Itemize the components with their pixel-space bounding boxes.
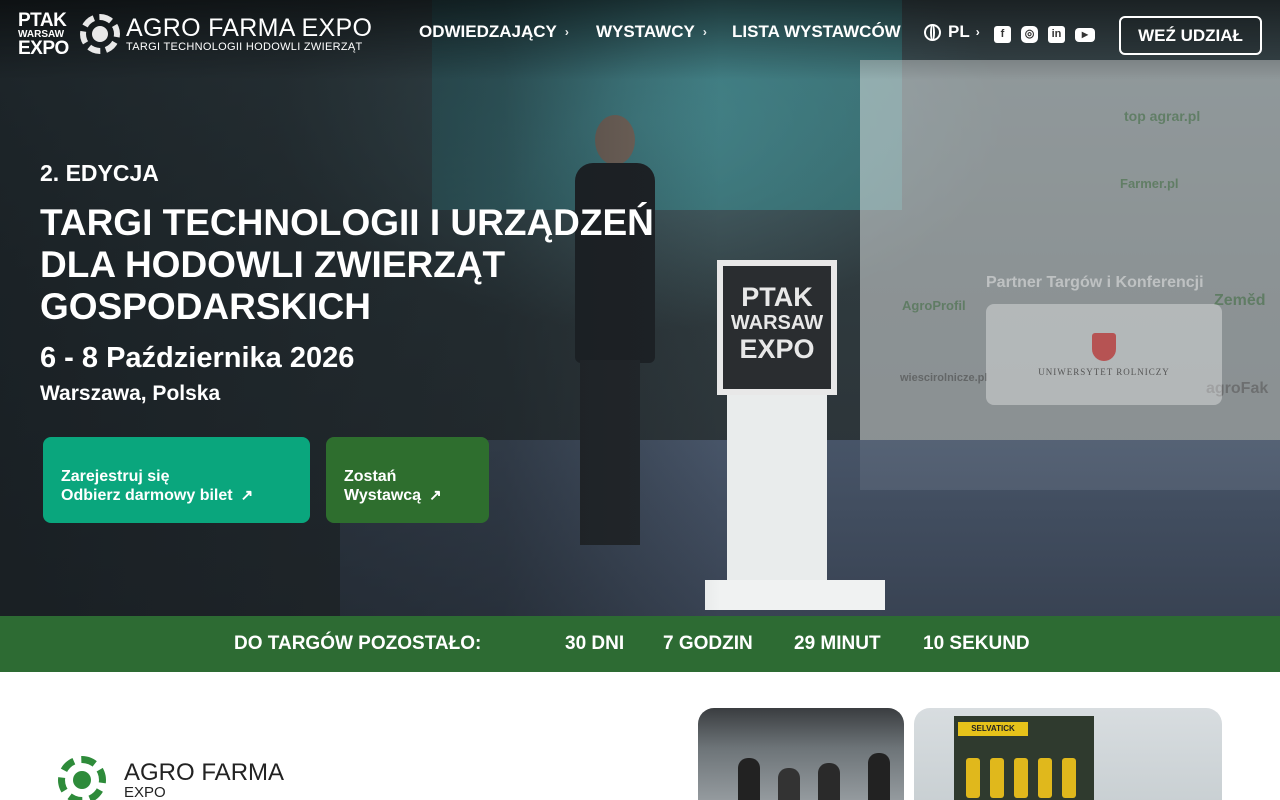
countdown-hours: 7 GODZIN	[663, 633, 753, 654]
expo-photo-hall	[698, 708, 904, 800]
nav-item-exhibitors[interactable]: WYSTAWCY ›	[596, 22, 707, 42]
arrow-up-right-icon: ↗	[429, 487, 442, 504]
partner-name: UNIWERSYTET ROLNICZY	[1038, 366, 1170, 377]
sponsor-logo: Zeměd	[1214, 292, 1266, 309]
youtube-icon[interactable]: ▶	[1075, 27, 1095, 42]
countdown-label: DO TARGÓW POZOSTAŁO:	[234, 633, 482, 654]
sponsor-logo: wiescirolnicze.pl	[900, 372, 988, 384]
facebook-icon[interactable]: f	[994, 26, 1011, 43]
podium-logo: PTAK WARSAW EXPO	[730, 282, 824, 364]
arrow-up-right-icon: ↗	[240, 487, 254, 504]
agro-farma-expo-logo[interactable]: AGRO FARMA EXPO TARGI TECHNOLOGII HODOWL…	[80, 14, 372, 54]
countdown-days: 30 DNI	[565, 633, 625, 654]
become-exhibitor-button[interactable]: Zostań Wystawcą ↗	[326, 437, 489, 523]
event-location: Warszawa, Polska	[40, 382, 221, 405]
hero-title: TARGI TECHNOLOGII I URZĄDZEŃ DLA HODOWLI…	[40, 202, 654, 327]
chevron-right-icon: ›	[975, 25, 980, 39]
event-dates: 6 - 8 Października 2026	[40, 342, 355, 374]
language-label: PL	[948, 22, 970, 41]
register-button[interactable]: Zarejestruj się Odbierz darmowy bilet ↗	[43, 437, 310, 523]
partner-logo-box[interactable]: UNIWERSYTET ROLNICZY	[986, 304, 1222, 405]
podium-image: PTAK WARSAW EXPO	[705, 260, 885, 610]
language-switcher[interactable]: PL ›	[924, 22, 980, 42]
sponsor-logo: Farmer.pl	[1120, 176, 1179, 191]
logo-subtitle: TARGI TECHNOLOGII HODOWLI ZWIERZĄT	[126, 41, 363, 53]
linkedin-icon[interactable]: in	[1048, 26, 1065, 43]
gear-logo-icon	[58, 756, 106, 800]
university-crest-icon	[1092, 332, 1116, 361]
logo-title: AGRO FARMA EXPO	[126, 14, 373, 42]
social-links: f ◎ in ▶	[994, 26, 1105, 43]
ptak-warsaw-expo-logo[interactable]: PTAK WARSAW EXPO	[18, 11, 72, 58]
sponsor-logo: AgroProfil	[902, 298, 966, 313]
expo-photo-booth: SELVATICK	[914, 708, 1222, 800]
agro-farma-expo-section-logo: AGRO FARMA EXPO	[58, 756, 284, 800]
nav-item-exhibitor-list[interactable]: LISTA WYSTAWCÓW	[732, 22, 901, 42]
nav-link[interactable]: LISTA WYSTAWCÓW	[732, 22, 901, 42]
booth-banner: SELVATICK	[958, 722, 1028, 736]
countdown-minutes: 29 MINUT	[794, 633, 881, 654]
take-part-button[interactable]: WEŹ UDZIAŁ	[1119, 16, 1262, 55]
instagram-icon[interactable]: ◎	[1021, 26, 1038, 43]
chevron-right-icon: ›	[702, 25, 707, 39]
countdown-seconds: 10 SEKUND	[923, 633, 1030, 654]
gear-logo-icon	[80, 14, 120, 54]
globe-icon	[924, 23, 941, 41]
nav-link[interactable]: ODWIEDZAJĄCY ›	[419, 22, 569, 42]
sponsor-logo: top agrar.pl	[1124, 108, 1201, 124]
countdown-bar: DO TARGÓW POZOSTAŁO: 30 DNI 7 GODZIN 29 …	[0, 616, 1280, 672]
chevron-right-icon: ›	[564, 25, 569, 39]
partner-label: Partner Targów i Konferencji	[986, 274, 1204, 291]
nav-item-visitors[interactable]: ODWIEDZAJĄCY ›	[419, 22, 569, 42]
nav-link[interactable]: WYSTAWCY ›	[596, 22, 707, 42]
edition-label: 2. EDYCJA	[40, 160, 159, 186]
